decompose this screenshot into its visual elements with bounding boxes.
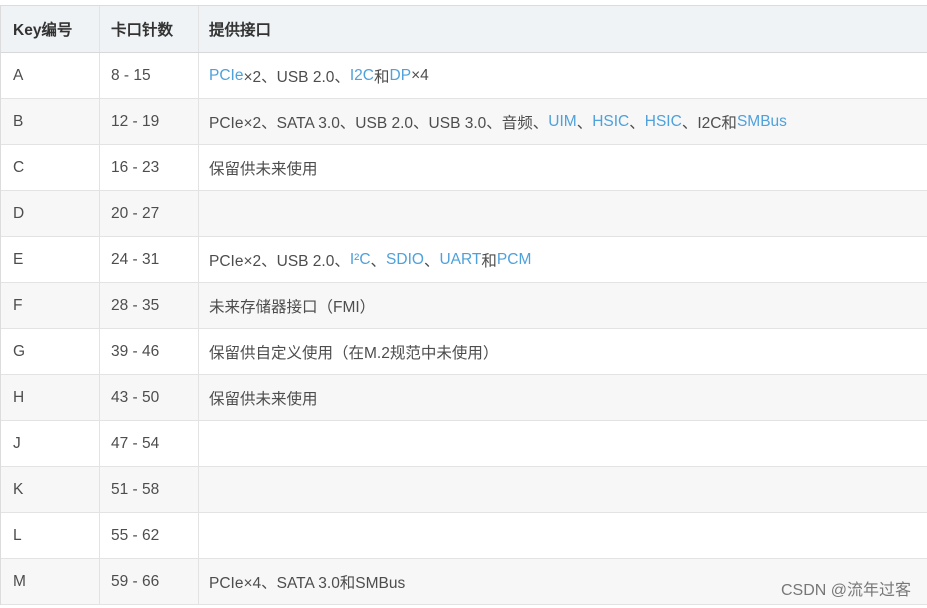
cell-pins: 16 - 23 xyxy=(100,145,199,190)
interface-text: ×4 xyxy=(411,66,429,84)
interface-text: 保留供未来使用 xyxy=(209,160,318,178)
cell-key: B xyxy=(1,99,100,144)
interface-text: 保留供未来使用 xyxy=(209,390,318,408)
cell-interfaces: 未来存储器接口（FMI） xyxy=(199,283,927,328)
cell-pins: 12 - 19 xyxy=(100,99,199,144)
table-row: G 39 - 46 保留供自定义使用（在M.2规范中未使用） xyxy=(1,329,927,375)
interface-text: PCIe×4、SATA 3.0和SMBus xyxy=(209,574,406,592)
cell-pins: 43 - 50 xyxy=(100,375,199,420)
cell-interfaces: PCIe×2、USB 2.0、 I²C、 SDIO、 UART 和 PCM xyxy=(199,237,927,282)
cell-interfaces: 保留供未来使用 xyxy=(199,145,927,190)
cell-key: K xyxy=(1,467,100,512)
interface-text: ×2、USB 2.0、 xyxy=(243,68,350,86)
interface-text: 和 xyxy=(374,68,390,86)
interface-link[interactable]: DP xyxy=(390,67,412,85)
table-row: D 20 - 27 xyxy=(1,191,927,237)
interface-text: PCIe×2、SATA 3.0、USB 2.0、USB 3.0、音频、 xyxy=(209,114,549,132)
interface-link[interactable]: PCM xyxy=(497,251,531,269)
interface-text: 和 xyxy=(481,252,497,270)
table-row: L 55 - 62 xyxy=(1,513,927,559)
interface-text: 、 xyxy=(629,114,645,132)
table-row: A8 - 15 PCIe ×2、USB 2.0、 I2C 和 DP ×4 xyxy=(1,53,927,99)
cell-key: F xyxy=(1,283,100,328)
interface-link[interactable]: SDIO xyxy=(386,251,424,269)
interface-text: PCIe×2、USB 2.0、 xyxy=(209,252,350,270)
interface-text: 未来存储器接口（FMI） xyxy=(209,298,376,316)
cell-pins: 39 - 46 xyxy=(100,329,199,374)
table-row: J 47 - 54 xyxy=(1,421,927,467)
cell-interfaces: 保留供未来使用 xyxy=(199,375,927,420)
table-row: B 12 - 19 PCIe×2、SATA 3.0、USB 2.0、USB 3.0、… xyxy=(1,99,927,145)
cell-key: A xyxy=(1,53,100,98)
cell-pins: 55 - 62 xyxy=(100,513,199,558)
cell-interfaces: PCIe ×2、USB 2.0、 I2C 和 DP ×4 xyxy=(199,53,927,98)
interface-link[interactable]: HSIC xyxy=(592,113,629,131)
table-row: C 16 - 23 保留供未来使用 xyxy=(1,145,927,191)
cell-interfaces: PCIe×2、SATA 3.0、USB 2.0、USB 3.0、音频、 UIM、 H… xyxy=(199,99,927,144)
cell-interfaces xyxy=(199,191,927,236)
interface-text: 、 xyxy=(576,114,593,132)
table-row: H 43 - 50 保留供未来使用 xyxy=(1,375,927,421)
interface-link[interactable]: HSIC xyxy=(645,113,682,131)
cell-interfaces: 保留供自定义使用（在M.2规范中未使用） xyxy=(199,329,927,374)
cell-interfaces xyxy=(199,467,927,512)
cell-key: C xyxy=(1,145,100,190)
cell-key: E xyxy=(1,237,100,282)
cell-pins: 28 - 35 xyxy=(100,283,199,328)
interface-text: 、 xyxy=(423,252,440,270)
cell-pins: 24 - 31 xyxy=(100,237,199,282)
interface-link[interactable]: I2C xyxy=(350,67,374,85)
table-header-row: Key编号 卡口针数 提供接口 xyxy=(1,6,927,53)
cell-interfaces xyxy=(199,513,927,558)
header-interfaces: 提供接口 xyxy=(209,22,272,39)
interface-text: 、 xyxy=(370,252,387,270)
cell-key: J xyxy=(1,421,100,466)
table-row: K 51 - 58 xyxy=(1,467,927,513)
cell-pins: 51 - 58 xyxy=(100,467,199,512)
cell-key: H xyxy=(1,375,100,420)
interface-text: 保留供自定义使用（在M.2规范中未使用） xyxy=(209,344,499,362)
interface-link[interactable]: I²C xyxy=(350,251,371,269)
interface-link[interactable]: UART xyxy=(439,251,481,269)
cell-key: M xyxy=(1,559,100,604)
cell-pins: 59 - 66 xyxy=(100,559,199,604)
cell-interfaces xyxy=(199,421,927,466)
table-body: A8 - 15 PCIe ×2、USB 2.0、 I2C 和 DP ×4 B 12 - 19 PC… xyxy=(1,53,927,605)
cell-pins: 20 - 27 xyxy=(100,191,199,236)
cell-key: G xyxy=(1,329,100,374)
interface-link[interactable]: PCIe xyxy=(209,67,243,85)
m2-key-table: Key编号 卡口针数 提供接口 A8 - 15 PCIe ×2、USB 2.0、 I2… xyxy=(0,5,927,605)
interface-text: 、I2C和 xyxy=(681,114,737,132)
watermark: CSDN @流年过客 xyxy=(780,582,911,599)
table-row: F 28 - 35 未来存储器接口（FMI） xyxy=(1,283,927,329)
table-row: E 24 - 31 PCIe×2、USB 2.0、 I²C、 SDIO、 UART 和 PCM xyxy=(1,237,927,283)
interface-link[interactable]: UIM xyxy=(548,113,576,131)
interface-link[interactable]: SMBus xyxy=(737,113,787,131)
cell-pins: 8 - 15 xyxy=(100,53,199,98)
cell-key: D xyxy=(1,191,100,236)
cell-key: L xyxy=(1,513,100,558)
header-pins: 卡口针数 xyxy=(100,6,199,52)
cell-pins: 47 - 54 xyxy=(100,421,199,466)
header-key: Key编号 xyxy=(1,6,100,52)
